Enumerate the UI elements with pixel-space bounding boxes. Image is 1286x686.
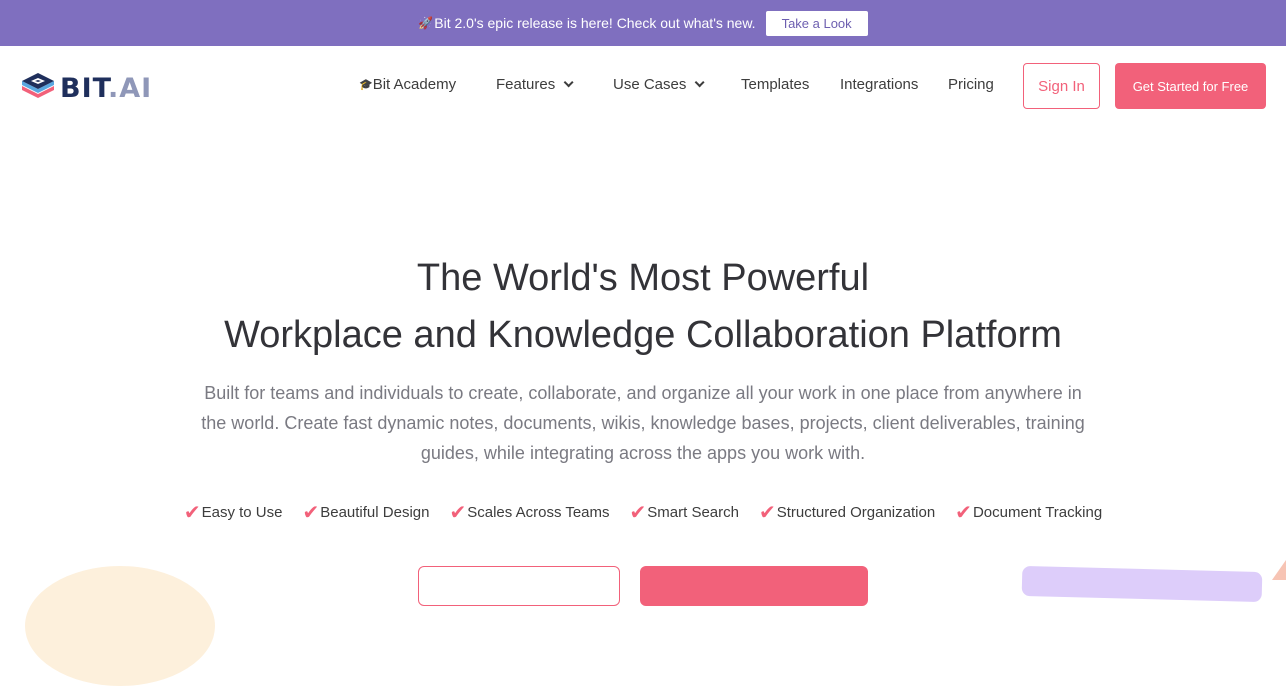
- check-icon: ✔: [758, 502, 776, 524]
- chevron-down-icon: [563, 77, 574, 88]
- logo-layers-icon: [22, 73, 54, 98]
- logo-text: BIT.AI: [60, 72, 153, 104]
- nav-templates[interactable]: Templates: [741, 76, 809, 93]
- navbar: BIT.AI 🎓 Bit Academy Features Use Cases …: [0, 46, 1286, 126]
- feature-item: ✔ Beautiful Design: [302, 502, 430, 524]
- check-icon: ✔: [449, 502, 467, 524]
- nav-label: Use Cases: [613, 76, 687, 93]
- decorative-circle: [25, 566, 215, 686]
- feature-item: ✔ Easy to Use: [183, 502, 283, 524]
- nav-label: Features: [496, 76, 556, 93]
- graduation-cap-icon: 🎓: [359, 79, 373, 91]
- primary-cta-button[interactable]: [640, 566, 868, 606]
- nav-pricing[interactable]: Pricing: [948, 76, 994, 93]
- announcement-text: Bit 2.0's epic release is here! Check ou…: [434, 15, 756, 31]
- hero-description: Built for teams and individuals to creat…: [201, 383, 1085, 463]
- nav-label: Templates: [741, 76, 810, 93]
- nav-use-cases[interactable]: Use Cases: [613, 76, 705, 93]
- nav-integrations[interactable]: Integrations: [840, 76, 918, 93]
- check-icon: ✔: [183, 502, 201, 524]
- decorative-card: [1021, 565, 1263, 603]
- sign-in-button[interactable]: Sign In: [1023, 63, 1100, 109]
- hero-title-line1: The World's Most Powerful: [416, 257, 870, 299]
- feature-list: ✔ Easy to Use ✔ Beautiful Design ✔ Scales A…: [0, 500, 1286, 525]
- feature-item: ✔ Smart Search: [629, 502, 739, 524]
- nav-features[interactable]: Features: [496, 76, 574, 93]
- get-started-button[interactable]: Get Started for Free: [1115, 63, 1266, 109]
- feature-item: ✔ Structured Organization: [758, 502, 936, 524]
- decorative-triangle: [1272, 560, 1286, 580]
- chevron-down-icon: [695, 77, 705, 88]
- check-icon: ✔: [955, 502, 972, 524]
- check-icon: ✔: [302, 502, 320, 524]
- announcement-text-wrap: 🚀 Bit 2.0's epic release is here! Check …: [418, 15, 755, 31]
- nav-label: Bit Academy: [372, 76, 457, 93]
- nav-label: Integrations: [840, 76, 919, 93]
- hero-title: The World's Most Powerful Workplace and …: [0, 250, 1286, 364]
- hero-title-line2: Workplace and Knowledge Collaboration Pl…: [224, 314, 1062, 356]
- rocket-icon: 🚀: [418, 16, 434, 30]
- take-a-look-button[interactable]: Take a Look: [765, 10, 868, 36]
- logo[interactable]: BIT.AI: [20, 72, 152, 104]
- feature-item: ✔ Scales Across Teams: [449, 502, 610, 524]
- feature-item: ✔ Document Tracking: [955, 502, 1103, 524]
- secondary-cta-button[interactable]: [418, 566, 620, 606]
- check-icon: ✔: [629, 502, 647, 524]
- announcement-bar: 🚀 Bit 2.0's epic release is here! Check …: [0, 0, 1286, 46]
- nav-label: Pricing: [948, 76, 994, 93]
- nav-bit-academy[interactable]: 🎓 Bit Academy: [359, 76, 456, 93]
